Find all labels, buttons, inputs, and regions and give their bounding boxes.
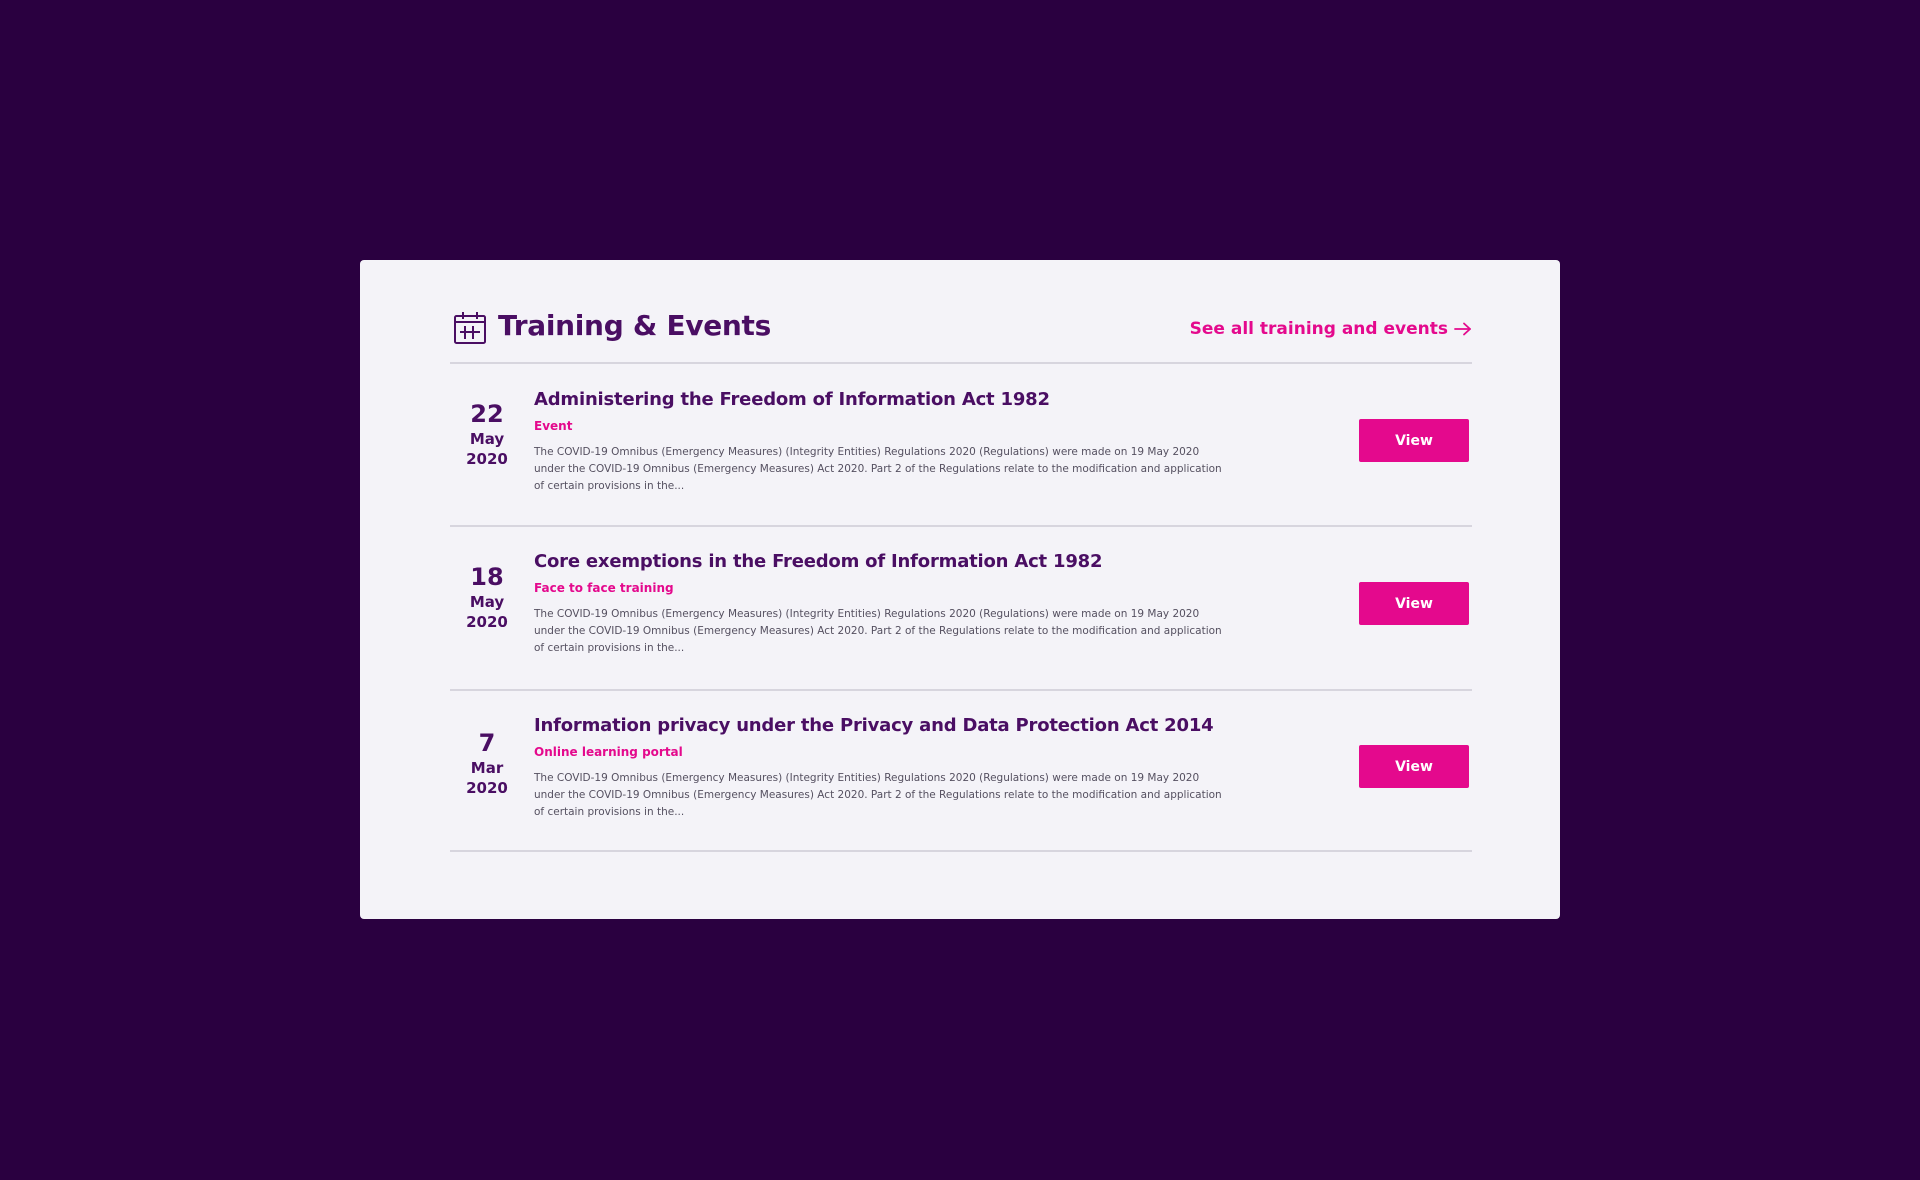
event-month: Mar	[470, 759, 504, 777]
event-type: Online learning portal	[534, 745, 683, 759]
event-content: Information privacy under the Privacy an…	[534, 714, 1224, 821]
event-item: 22 May 2020 Administering the Freedom of…	[450, 364, 1472, 524]
event-item: 7 Mar 2020 Information privacy under the…	[450, 691, 1472, 850]
training-events-section: Training & Events See all training and e…	[450, 260, 1472, 852]
training-events-card: Training & Events See all training and e…	[360, 260, 1560, 919]
event-description: The COVID-19 Omnibus (Emergency Measures…	[534, 772, 1222, 818]
see-all-training-link[interactable]: See all training and events	[1190, 319, 1472, 339]
arrow-right-icon	[1454, 322, 1471, 336]
section-title: Training & Events	[498, 309, 771, 342]
event-title[interactable]: Core exemptions in the Freedom of Inform…	[534, 550, 1224, 574]
event-day: 18	[470, 563, 504, 591]
event-type: Event	[534, 419, 573, 433]
see-all-label: See all training and events	[1189, 319, 1448, 339]
event-description: The COVID-19 Omnibus (Emergency Measures…	[534, 446, 1222, 492]
event-item: 18 May 2020 Core exemptions in the Freed…	[450, 527, 1472, 689]
event-year: 2020	[466, 613, 508, 631]
event-month: May	[469, 430, 505, 448]
view-button[interactable]: View	[1359, 582, 1469, 625]
event-date: 18 May 2020	[450, 562, 524, 632]
event-month: May	[469, 593, 505, 611]
section-header: Training & Events See all training and e…	[450, 260, 1472, 363]
event-description: The COVID-19 Omnibus (Emergency Measures…	[534, 608, 1222, 654]
event-type: Face to face training	[534, 581, 674, 595]
divider	[450, 850, 1472, 852]
event-title[interactable]: Information privacy under the Privacy an…	[534, 714, 1224, 738]
event-title[interactable]: Administering the Freedom of Information…	[534, 388, 1224, 412]
event-date: 7 Mar 2020	[450, 728, 524, 798]
event-year: 2020	[466, 779, 508, 797]
event-year: 2020	[466, 450, 508, 468]
event-date: 22 May 2020	[450, 399, 524, 469]
view-button[interactable]: View	[1359, 745, 1469, 788]
event-day: 7	[478, 729, 496, 757]
event-day: 22	[470, 400, 504, 428]
view-button[interactable]: View	[1359, 419, 1469, 462]
event-content: Administering the Freedom of Information…	[534, 388, 1224, 495]
calendar-icon	[454, 312, 486, 344]
event-content: Core exemptions in the Freedom of Inform…	[534, 550, 1224, 657]
